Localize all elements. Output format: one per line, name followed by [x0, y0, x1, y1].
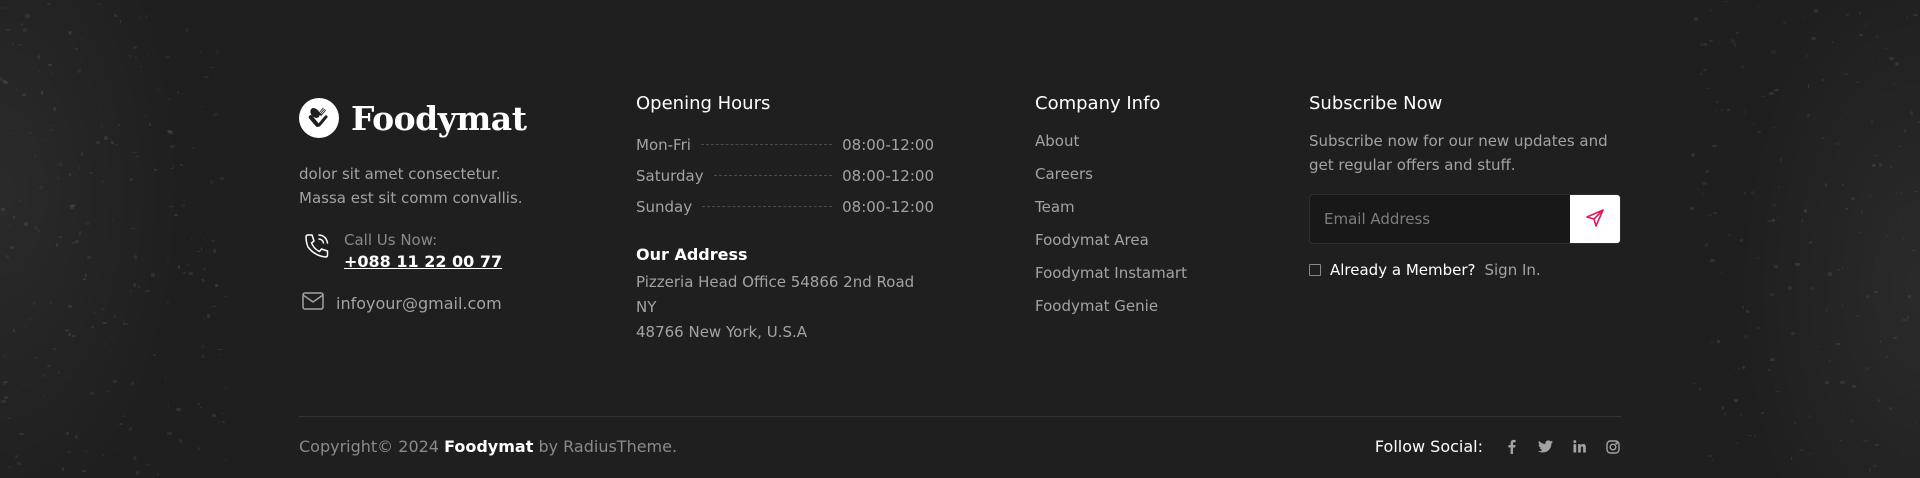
- member-checkbox[interactable]: [1309, 264, 1321, 276]
- link-foodymat-instamart[interactable]: Foodymat Instamart: [1035, 264, 1187, 282]
- copyright-brand-link[interactable]: Foodymat: [444, 437, 533, 456]
- site-footer: Foodymat dolor sit amet consectetur. Mas…: [0, 0, 1920, 478]
- address-line-2: 48766 New York, U.S.A: [636, 323, 808, 341]
- opening-hours-list: Mon-Fri 08:00-12:00 Saturday 08:00-12:00…: [636, 129, 934, 222]
- hours-day: Saturday: [636, 166, 704, 185]
- copyright-suffix: by RadiusTheme.: [538, 437, 678, 456]
- email-link[interactable]: infoyour@gmail.com: [336, 294, 502, 313]
- brand-logo-link[interactable]: Foodymat: [299, 98, 527, 138]
- link-careers[interactable]: Careers: [1035, 165, 1093, 183]
- member-signin-row: Already a Member? Sign In.: [1309, 261, 1541, 279]
- social-links: Follow Social:: [1375, 437, 1621, 456]
- link-about[interactable]: About: [1035, 132, 1079, 150]
- hours-row: Saturday 08:00-12:00: [636, 160, 934, 191]
- facebook-icon[interactable]: [1503, 439, 1519, 455]
- phone-icon: [302, 231, 332, 265]
- company-info-title: Company Info: [1035, 93, 1161, 114]
- copyright-prefix: Copyright© 2024: [299, 437, 439, 456]
- instagram-icon[interactable]: [1605, 439, 1621, 455]
- hours-dashed-separator: [700, 144, 833, 145]
- mail-icon: [302, 292, 324, 314]
- subscribe-title: Subscribe Now: [1309, 93, 1443, 114]
- address-text: Pizzeria Head Office 54866 2nd Road NY 4…: [636, 270, 936, 345]
- twitter-icon[interactable]: [1537, 439, 1553, 455]
- fork-spoon-icon: [299, 98, 339, 138]
- link-foodymat-genie[interactable]: Foodymat Genie: [1035, 297, 1158, 315]
- about-text: dolor sit amet consectetur. Massa est si…: [299, 165, 523, 207]
- opening-hours-title: Opening Hours: [636, 93, 771, 114]
- email-block: infoyour@gmail.com: [302, 292, 502, 314]
- hours-dashed-separator: [702, 206, 833, 207]
- email-input[interactable]: [1310, 195, 1570, 243]
- subscribe-button[interactable]: [1570, 195, 1620, 243]
- hours-day: Sunday: [636, 197, 693, 216]
- footer-divider: [299, 416, 1621, 417]
- hours-time: 08:00-12:00: [842, 166, 934, 185]
- call-label: Call Us Now:: [344, 231, 438, 249]
- link-team[interactable]: Team: [1035, 198, 1075, 216]
- copyright: Copyright© 2024 Foodymat by RadiusTheme.: [299, 437, 677, 456]
- call-number-link[interactable]: +088 11 22 00 77: [344, 249, 502, 275]
- hours-dashed-separator: [713, 175, 833, 176]
- linkedin-icon[interactable]: [1571, 439, 1587, 455]
- brand-name: Foodymat: [351, 98, 527, 138]
- hours-time: 08:00-12:00: [842, 197, 934, 216]
- hours-row: Sunday 08:00-12:00: [636, 191, 934, 222]
- member-text: Already a Member?: [1330, 261, 1476, 279]
- address-title: Our Address: [636, 245, 748, 264]
- address-line-1: Pizzeria Head Office 54866 2nd Road NY: [636, 273, 915, 316]
- company-links: About Careers Team Foodymat Area Foodyma…: [1035, 128, 1187, 326]
- follow-social-label: Follow Social:: [1374, 437, 1483, 456]
- subscribe-form: [1309, 194, 1621, 244]
- hours-row: Mon-Fri 08:00-12:00: [636, 129, 934, 160]
- hours-day: Mon-Fri: [636, 135, 691, 154]
- subscribe-text: Subscribe now for our new updates and ge…: [1309, 132, 1608, 174]
- link-foodymat-area[interactable]: Foodymat Area: [1035, 231, 1149, 249]
- call-block: Call Us Now: +088 11 22 00 77: [302, 231, 502, 275]
- hours-time: 08:00-12:00: [842, 135, 934, 154]
- sign-in-link[interactable]: Sign In.: [1484, 261, 1540, 279]
- send-icon: [1585, 208, 1605, 231]
